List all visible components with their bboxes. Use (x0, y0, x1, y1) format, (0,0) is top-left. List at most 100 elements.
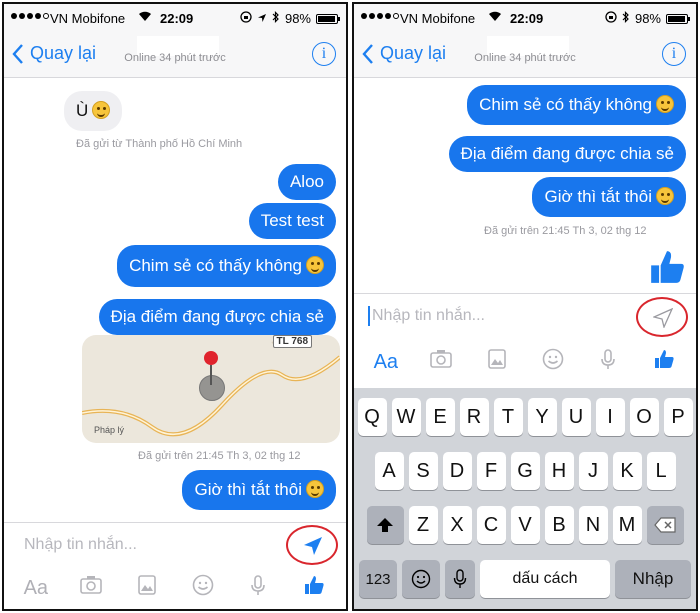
camera-icon[interactable] (425, 347, 457, 377)
emoji-keyboard-key[interactable] (402, 560, 440, 598)
key[interactable]: P (663, 398, 693, 436)
text-cursor (368, 306, 370, 326)
key[interactable]: Y (527, 398, 557, 436)
thumbs-up-icon[interactable] (298, 573, 330, 603)
incoming-message[interactable]: Ù (64, 91, 123, 131)
send-button-highlight (286, 525, 338, 565)
rotation-lock-icon (240, 11, 252, 26)
road-label: TL 768 (272, 335, 312, 348)
return-key[interactable]: Nhập (615, 560, 691, 598)
send-icon[interactable] (653, 308, 673, 328)
message-bubble[interactable]: Chim sẻ có thấy không (467, 85, 686, 125)
signal-icon (11, 13, 49, 19)
info-icon[interactable]: i (312, 42, 336, 66)
emoji-icon[interactable] (187, 573, 219, 603)
message-bubble[interactable]: Giờ thì tắt thôi (532, 177, 686, 217)
online-status: Online 34 phút trước (474, 52, 576, 64)
numbers-key[interactable]: 123 (359, 560, 397, 598)
message-input-bar: Nhập tin nhắn... (354, 293, 696, 341)
message-bubble[interactable]: Test test (248, 203, 336, 239)
location-radius (199, 375, 225, 401)
battery-percent: 98% (284, 11, 311, 26)
thumbs-up-icon[interactable] (648, 347, 680, 377)
camera-icon[interactable] (75, 573, 107, 603)
key[interactable]: M (612, 506, 642, 544)
message-bubble[interactable]: Địa điểm đang được chia sẻ (448, 136, 686, 172)
key[interactable]: K (612, 452, 642, 490)
key[interactable]: S (408, 452, 438, 490)
key[interactable]: Z (408, 506, 438, 544)
send-icon[interactable] (303, 536, 323, 556)
key[interactable]: B (544, 506, 574, 544)
key[interactable]: F (476, 452, 506, 490)
phone-right: VN Mobifone 22:09 98% Quay lại Online 34… (352, 2, 698, 611)
send-button-highlight (636, 297, 688, 337)
backspace-key[interactable] (646, 506, 684, 544)
battery-percent: 98% (634, 11, 661, 26)
key[interactable]: A (374, 452, 404, 490)
key[interactable]: N (578, 506, 608, 544)
keyboard-row-4: 123 dấu cách Nhập (354, 560, 696, 598)
text-format-button[interactable]: Aa (20, 577, 52, 600)
key[interactable]: L (646, 452, 676, 490)
message-bubble[interactable]: Aloo (277, 164, 336, 200)
keyboard-row-1: Q W E R T Y U I O P (354, 398, 696, 436)
online-status: Online 34 phút trước (124, 52, 226, 64)
gallery-icon[interactable] (481, 347, 513, 377)
key[interactable]: I (595, 398, 625, 436)
key[interactable]: R (459, 398, 489, 436)
globe-emoji-icon (411, 569, 431, 589)
smile-emoji-icon (656, 95, 674, 113)
key[interactable]: T (493, 398, 523, 436)
gallery-icon[interactable] (131, 573, 163, 603)
clock: 22:09 (160, 11, 194, 26)
dictation-key[interactable] (445, 560, 475, 598)
place-label: Pháp lý (94, 425, 125, 435)
clock: 22:09 (510, 11, 544, 26)
key[interactable]: W (391, 398, 421, 436)
carrier: VN Mobifone (50, 11, 126, 26)
battery-icon (316, 13, 340, 24)
key[interactable]: J (578, 452, 608, 490)
key[interactable]: V (510, 506, 540, 544)
sent-thumbs-up-icon[interactable] (648, 247, 686, 287)
microphone-icon[interactable] (242, 573, 274, 603)
keyboard-row-3: Z X C V B N M (354, 506, 696, 544)
key[interactable]: H (544, 452, 574, 490)
carrier: VN Mobifone (400, 11, 476, 26)
nav-bar: Quay lại Online 34 phút trước i (4, 34, 346, 78)
shift-key[interactable] (366, 506, 404, 544)
message-bubble[interactable]: Chim sẻ có thấy không (117, 245, 336, 287)
key[interactable]: X (442, 506, 472, 544)
message-input[interactable]: Nhập tin nhắn... (372, 307, 485, 325)
status-bar: VN Mobifone 22:09 98% (354, 4, 696, 34)
wifi-icon (488, 10, 502, 25)
message-bubble[interactable]: Địa điểm đang được chia sẻ (98, 299, 336, 335)
space-key[interactable]: dấu cách (480, 560, 610, 598)
info-icon[interactable]: i (662, 42, 686, 66)
key[interactable]: O (629, 398, 659, 436)
keyboard-row-2: A S D F G H J K L (354, 452, 696, 490)
key[interactable]: U (561, 398, 591, 436)
message-input-bar: Nhập tin nhắn... (4, 522, 346, 568)
shift-icon (377, 518, 393, 532)
microphone-icon[interactable] (592, 347, 624, 377)
backspace-icon (654, 517, 676, 533)
emoji-icon[interactable] (537, 347, 569, 377)
message-input[interactable]: Nhập tin nhắn... (24, 536, 137, 554)
key[interactable]: G (510, 452, 540, 490)
kiss-emoji-icon (92, 101, 111, 119)
shared-location-map[interactable]: TL 768 Pháp lý (82, 335, 340, 443)
key[interactable]: Q (357, 398, 387, 436)
status-bar: VN Mobifone 22:09 98% (4, 4, 346, 34)
key[interactable]: C (476, 506, 506, 544)
key[interactable]: D (442, 452, 472, 490)
key[interactable]: E (425, 398, 455, 436)
signal-icon (361, 13, 399, 19)
text-format-button[interactable]: Aa (370, 351, 402, 374)
composer-toolbar: Aa (4, 568, 346, 608)
microphone-icon (453, 569, 467, 588)
message-bubble[interactable]: Giờ thì tắt thôi (182, 470, 336, 510)
grin-emoji-icon (656, 187, 674, 205)
phone-left: VN Mobifone 22:09 98% Quay lại Online 34… (2, 2, 348, 611)
